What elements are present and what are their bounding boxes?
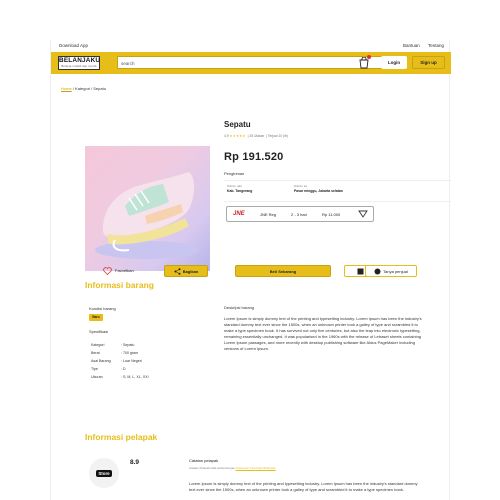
cart-small-icon <box>357 268 364 275</box>
chevron-down-icon[interactable] <box>358 210 368 218</box>
header: BELANJAKU Belanja mudah dan murah search… <box>51 52 451 74</box>
ship-from: Dikirim dari Kab. Tangerang <box>227 184 252 193</box>
seller-avatar[interactable]: Store <box>89 458 119 488</box>
login-button[interactable]: Login <box>381 56 407 69</box>
topbar: Download App Bantuan Tentang <box>51 40 451 52</box>
cart-badge <box>367 55 371 59</box>
help-link[interactable]: Bantuan <box>403 43 420 48</box>
sold-count: Terjual 10 (rb) <box>267 134 289 138</box>
cart-icon[interactable] <box>359 55 371 69</box>
buy-now-button[interactable]: Beli Sekarang <box>235 265 331 277</box>
seller-rating: 8.9 <box>130 459 140 466</box>
ask-seller-label: Tanya penjual <box>383 269 408 274</box>
heart-icon <box>103 267 112 276</box>
share-button[interactable]: Bagikan <box>164 265 208 277</box>
terms-link[interactable]: Syarat dan Ketentuan Belanjaku <box>236 466 276 470</box>
star-rating: ★★★★★ <box>229 134 246 138</box>
condition-badge: Baru <box>89 314 103 321</box>
share-icon <box>174 268 181 276</box>
jne-logo: JNE <box>233 211 245 217</box>
spec-row: Asal Barang: Luar Negeri <box>91 359 142 363</box>
product-price: Rp 191.520 <box>224 151 284 163</box>
spec-label: Spesifikasi <box>89 329 109 334</box>
breadcrumb-rest: / Kategori / Sepatu <box>72 86 106 91</box>
courier-cost: Rp 11.000 <box>322 212 341 217</box>
ship-from-value: Kab. Tangerang <box>227 188 253 193</box>
ship-from-label: Dikirim dari <box>227 184 242 188</box>
spec-list: Kategori: Sepatu Berat: 700 gram Asal Ba… <box>91 341 149 381</box>
download-app-link[interactable]: Download App <box>59 43 88 48</box>
logo-tagline: Belanja mudah dan murah <box>61 65 97 68</box>
breadcrumb-home[interactable]: Home <box>61 86 72 91</box>
seller-logo-text: Store <box>96 469 112 477</box>
courier-select[interactable]: JNE JNE Reg 2 - 3 hari Rp 11.000 <box>226 206 374 222</box>
ship-to-value[interactable]: Pasar minggu, Jakarta selatan <box>294 189 343 194</box>
logo[interactable]: BELANJAKU Belanja mudah dan murah <box>58 56 100 70</box>
review-count[interactable]: 28 Ulasan <box>249 134 264 138</box>
seller-note-sub: Catatan Pelapak tidak terkait dengan Sya… <box>189 466 276 470</box>
ship-to-label: Dikirim ke <box>294 184 308 188</box>
seller-section-title: Informasi pelapak <box>85 432 158 442</box>
page: Download App Bantuan Tentang BELANJAKU B… <box>50 40 451 500</box>
courier-service: JNE Reg <box>260 212 277 217</box>
favorite-label: Favoritkan <box>115 268 134 273</box>
seller-note-body: Lorem Ipsum is simply dummy text of the … <box>189 481 418 492</box>
spec-row: Tipe: D <box>91 367 126 371</box>
about-link[interactable]: Tentang <box>428 43 444 48</box>
seller-note-label: Catatan pelapak <box>189 458 219 463</box>
spec-row: Ukuran: S, M, L, XL, XXI <box>91 375 149 379</box>
courier-duration: 2 - 3 hari <box>291 212 307 217</box>
spec-row: Kategori: Sepatu <box>91 343 135 347</box>
condition-label: Kondisi barang <box>89 306 116 311</box>
logo-text: BELANJAKU <box>59 57 101 64</box>
spec-row: Berat: 700 gram <box>91 351 139 355</box>
description-text: Lorem Ipsum is simply dummy text of the … <box>224 316 422 351</box>
product-meta: 4.9 ★★★★★ | 28 Ulasan | Terjual 10 (rb) <box>224 134 289 138</box>
shipping-info: Dikirim dari Kab. Tangerang Dikirim ke P… <box>224 180 451 202</box>
rating-value: 4.9 <box>224 134 229 138</box>
chat-icon <box>374 268 381 275</box>
ask-seller-button[interactable]: Tanya penjual <box>365 265 417 277</box>
ship-to: Dikirim ke Pasar minggu, Jakarta selatan <box>294 184 343 193</box>
signup-button[interactable]: Sign up <box>412 56 445 69</box>
share-label: Bagikan <box>182 269 199 274</box>
description-label: Deskripsi barang <box>224 305 255 310</box>
product-image[interactable] <box>85 146 210 271</box>
product-title: Sepatu <box>224 120 251 129</box>
favorite-button[interactable]: Favoritkan <box>103 265 149 277</box>
info-section-title: Informasi barang <box>85 280 154 290</box>
breadcrumb: Home / Kategori / Sepatu <box>61 86 106 91</box>
shipping-label: Pengiriman <box>224 171 245 176</box>
